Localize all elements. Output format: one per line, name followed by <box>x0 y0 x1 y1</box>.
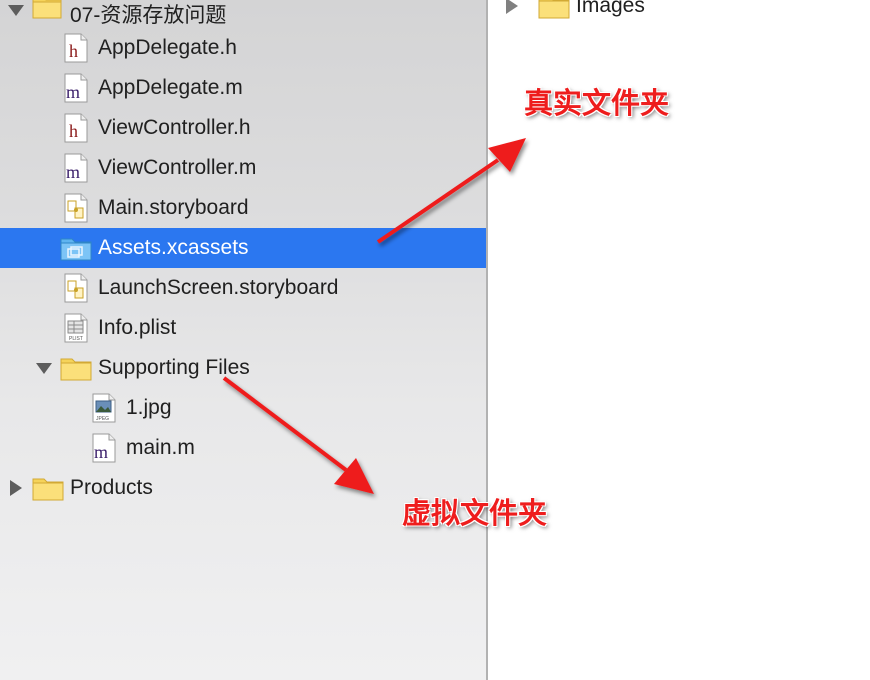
folder-icon <box>32 0 62 22</box>
svg-text:h: h <box>69 121 78 141</box>
file-row-launchscreen-storyboard[interactable]: LaunchScreen.storyboard <box>0 268 486 308</box>
storyboard-icon <box>64 193 92 223</box>
file-row-viewcontroller-m[interactable]: m ViewController.m <box>0 148 486 188</box>
group-name: Products <box>70 476 153 499</box>
file-row-info-plist[interactable]: PLIST Info.plist <box>0 308 486 348</box>
disclosure-closed-icon[interactable] <box>506 0 518 14</box>
folder-icon <box>538 0 570 21</box>
file-row-main-storyboard[interactable]: Main.storyboard <box>0 188 486 228</box>
plist-icon: PLIST <box>64 313 92 343</box>
source-file-icon: m <box>92 433 120 463</box>
file-name: AppDelegate.h <box>98 36 237 59</box>
asset-catalog-icon <box>60 233 92 263</box>
file-name: Main.storyboard <box>98 196 249 219</box>
header-file-icon: h <box>64 33 92 63</box>
disclosure-closed-icon[interactable] <box>10 480 22 496</box>
group-row[interactable]: 07-资源存放问题 <box>0 0 486 30</box>
source-file-icon: m <box>64 73 92 103</box>
disclosure-open-icon[interactable] <box>36 363 52 374</box>
file-name: ViewController.h <box>98 116 251 139</box>
file-name: ViewController.m <box>98 156 257 179</box>
annotation-virtual-folder: 虚拟文件夹 <box>402 498 548 530</box>
file-name: AppDelegate.m <box>98 76 243 99</box>
file-row-viewcontroller-h[interactable]: h ViewController.h <box>0 108 486 148</box>
header-file-icon: h <box>64 113 92 143</box>
svg-text:h: h <box>69 41 78 61</box>
file-row-main-m[interactable]: m main.m <box>0 428 486 468</box>
folder-icon <box>60 353 92 383</box>
file-name: Info.plist <box>98 316 177 339</box>
group-name: 07-资源存放问题 <box>70 4 227 27</box>
file-name: LaunchScreen.storyboard <box>98 276 339 299</box>
group-name: Supporting Files <box>98 356 250 379</box>
svg-text:PLIST: PLIST <box>69 336 83 342</box>
file-row-1-jpg[interactable]: JPEG 1.jpg <box>0 388 486 428</box>
file-row-appdelegate-h[interactable]: h AppDelegate.h <box>0 28 486 68</box>
file-name: 1.jpg <box>126 396 172 419</box>
file-row-assets-xcassets[interactable]: Assets.xcassets <box>0 228 486 268</box>
svg-text:JPEG: JPEG <box>96 416 109 422</box>
svg-text:m: m <box>66 162 80 182</box>
source-file-icon: m <box>64 153 92 183</box>
svg-text:m: m <box>94 442 108 462</box>
group-row-supporting-files[interactable]: Supporting Files <box>0 348 486 388</box>
storyboard-icon <box>64 273 92 303</box>
folder-icon <box>32 473 64 503</box>
project-navigator: 07-资源存放问题 h AppDelegate.h m AppDelegate.… <box>0 0 488 680</box>
disclosure-open-icon[interactable] <box>8 5 24 16</box>
annotation-real-folder: 真实文件夹 <box>524 88 670 120</box>
folder-name: Images <box>576 0 645 17</box>
jpeg-file-icon: JPEG <box>92 393 120 423</box>
file-row-appdelegate-m[interactable]: m AppDelegate.m <box>0 68 486 108</box>
svg-text:m: m <box>66 82 80 102</box>
file-name: Assets.xcassets <box>98 236 249 259</box>
finder-row-images[interactable]: Images <box>488 0 870 26</box>
file-name: main.m <box>126 436 195 459</box>
